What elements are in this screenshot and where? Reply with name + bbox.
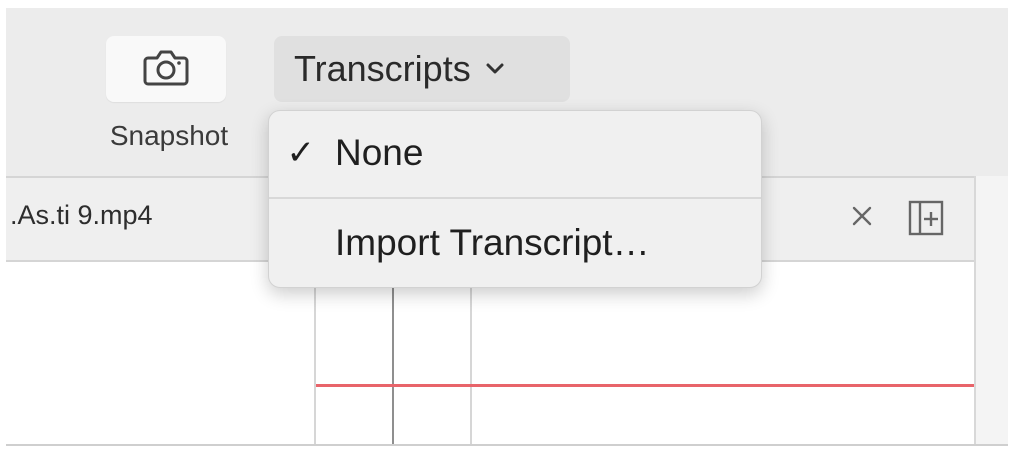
- tab-title[interactable]: .As.ti 9.mp4: [10, 200, 153, 231]
- top-strip: [0, 0, 1016, 8]
- camera-icon: [142, 47, 190, 92]
- right-side-pane: [974, 176, 1008, 446]
- transcripts-label: Transcripts: [294, 48, 471, 89]
- playhead-line: [316, 384, 974, 387]
- checkmark-icon: ✓: [286, 134, 316, 172]
- menu-item-label: None: [335, 132, 424, 173]
- transcripts-dropdown-button[interactable]: Transcripts: [274, 36, 570, 102]
- snapshot-label: Snapshot: [109, 120, 229, 151]
- column-divider: [314, 262, 316, 446]
- document-content-area: [6, 262, 974, 446]
- chevron-down-icon: [485, 62, 505, 81]
- snapshot-button[interactable]: [106, 36, 226, 102]
- close-icon[interactable]: [844, 196, 880, 236]
- menu-item-label: Import Transcript…: [335, 222, 650, 263]
- split-view-icon[interactable]: [906, 198, 946, 238]
- transcripts-menu: ✓ None Import Transcript…: [268, 110, 762, 288]
- bottom-border: [6, 444, 1008, 446]
- column-divider: [470, 262, 472, 446]
- menu-item-none[interactable]: ✓ None: [269, 123, 761, 183]
- column-divider: [392, 262, 394, 446]
- menu-item-import-transcript[interactable]: Import Transcript…: [269, 213, 761, 273]
- menu-separator: [269, 197, 761, 199]
